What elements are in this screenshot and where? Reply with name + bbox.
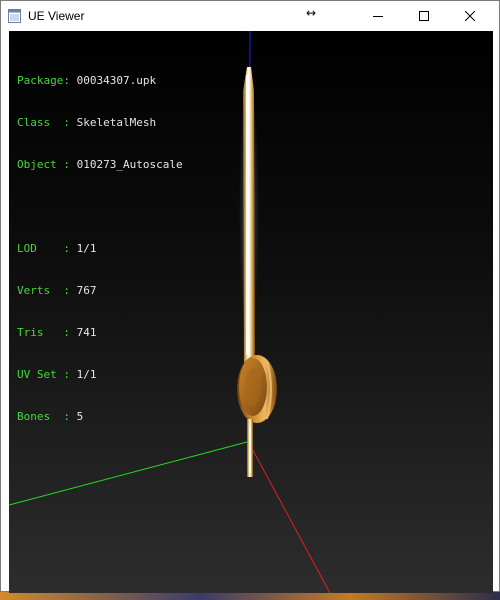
- info-row-object: Object : 010273_Autoscale: [17, 158, 183, 172]
- maximize-icon: [419, 11, 429, 21]
- info-key: Verts :: [17, 284, 70, 297]
- info-value: SkeletalMesh: [76, 116, 157, 129]
- close-button[interactable]: [447, 1, 493, 31]
- desktop: UE Viewer ↔ Package: 00034307.upk Class …: [0, 0, 500, 600]
- info-key: LOD :: [17, 242, 70, 255]
- info-key: Class :: [17, 116, 70, 129]
- info-value: 1/1: [76, 368, 97, 381]
- info-row-uvset: UV Set : 1/1: [17, 368, 183, 382]
- info-key: Bones :: [17, 410, 70, 423]
- info-row-class: Class : SkeletalMesh: [17, 116, 183, 130]
- window-title: UE Viewer: [28, 9, 85, 23]
- info-row-package: Package: 00034307.upk: [17, 74, 183, 88]
- info-value: 010273_Autoscale: [76, 158, 183, 171]
- maximize-button[interactable]: [401, 1, 447, 31]
- info-key: Tris :: [17, 326, 70, 339]
- ue-viewer-app-icon: [8, 9, 21, 23]
- close-icon: [465, 11, 475, 21]
- info-value: 00034307.upk: [76, 74, 157, 87]
- title-bar[interactable]: UE Viewer ↔: [1, 1, 499, 31]
- info-row-bones: Bones : 5: [17, 410, 183, 424]
- info-key: Package:: [17, 74, 70, 87]
- 3d-viewport[interactable]: Package: 00034307.upk Class : SkeletalMe…: [9, 31, 493, 593]
- info-value: 741: [76, 326, 97, 339]
- minimize-icon: [373, 16, 383, 17]
- info-row-tris: Tris : 741: [17, 326, 183, 340]
- mesh-info-overlay: Package: 00034307.upk Class : SkeletalMe…: [17, 46, 183, 452]
- ue-viewer-window: UE Viewer ↔ Package: 00034307.upk Class …: [0, 0, 500, 593]
- minimize-button[interactable]: [355, 1, 401, 31]
- info-value: 767: [76, 284, 97, 297]
- info-value: 5: [76, 410, 84, 423]
- info-row-lod: LOD : 1/1: [17, 242, 183, 256]
- x-axis-line: [248, 442, 331, 593]
- info-value: 1/1: [76, 242, 97, 255]
- info-row-verts: Verts : 767: [17, 284, 183, 298]
- info-key: Object :: [17, 158, 70, 171]
- horizontal-resize-cursor: ↔: [306, 6, 317, 20]
- info-key: UV Set :: [17, 368, 70, 381]
